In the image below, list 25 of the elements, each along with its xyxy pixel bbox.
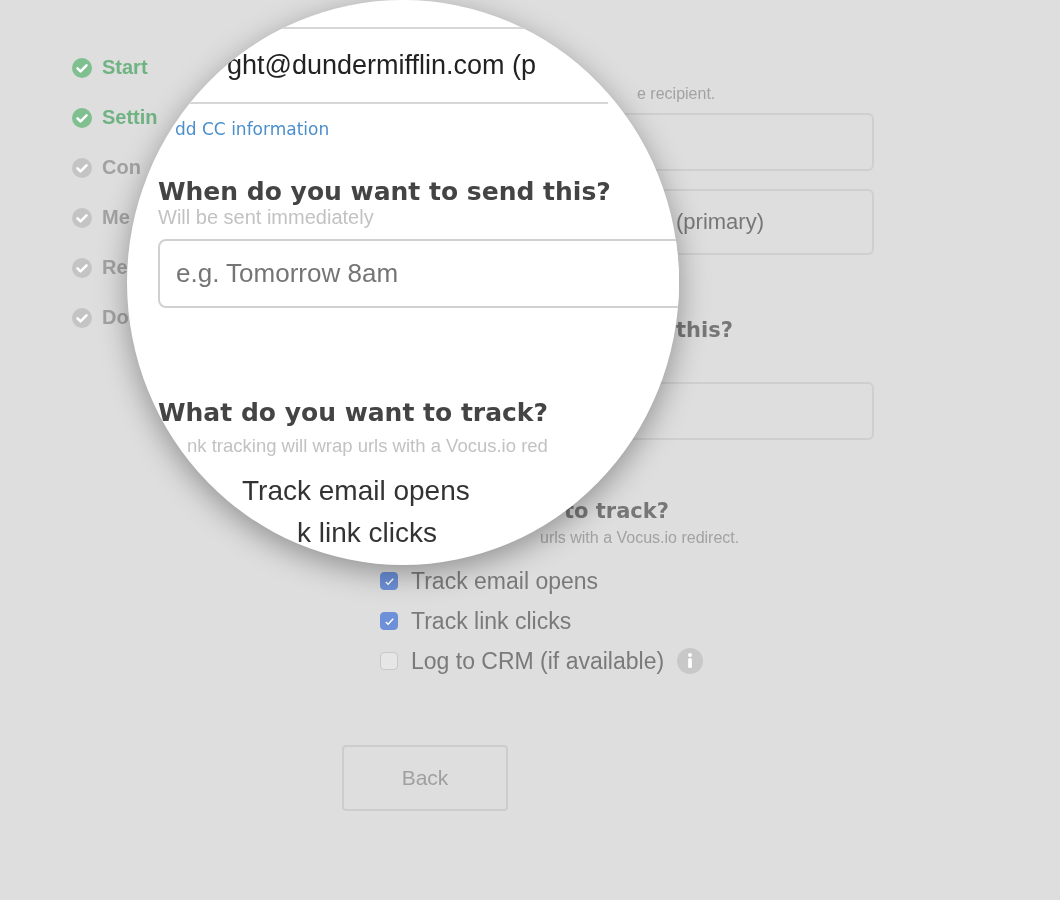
step-label[interactable]: Do (102, 306, 129, 329)
checkbox[interactable] (380, 612, 398, 630)
checkbox[interactable] (380, 652, 398, 670)
checkbox-label[interactable]: Log to CRM (if available) (411, 647, 665, 675)
section-heading: What do you want to track? (158, 398, 548, 427)
section-heading: When do you want to send this? (158, 177, 611, 206)
field-hint: urls with a Vocus.io redirect. (540, 529, 741, 547)
section-heading: this? (676, 318, 734, 342)
checkbox-label[interactable]: k link clicks (297, 517, 437, 549)
field-hint: e recipient. (637, 85, 717, 103)
field-hint: nk tracking will wrap urls with a Vocus.io red (187, 435, 548, 457)
info-icon[interactable] (677, 648, 704, 674)
field-hint: Will be sent immediately (158, 206, 374, 229)
checkbox[interactable] (380, 572, 398, 590)
add-cc-link[interactable]: dd CC information (175, 119, 330, 139)
back-button[interactable]: Back (342, 745, 508, 811)
checkbox-label[interactable]: Track email opens (242, 475, 470, 507)
input-field[interactable]: e.g. Tomorrow 8am (158, 239, 679, 308)
input-field[interactable]: ght@dundermifflin.com (p (165, 27, 608, 104)
step-label[interactable]: Me (102, 206, 130, 229)
checkbox-label[interactable]: Track link clicks (411, 607, 572, 635)
checkbox-label[interactable]: Track email opens (411, 567, 599, 595)
check-icon (383, 615, 395, 627)
step-label[interactable]: Re (102, 256, 128, 279)
check-icon (383, 575, 395, 587)
